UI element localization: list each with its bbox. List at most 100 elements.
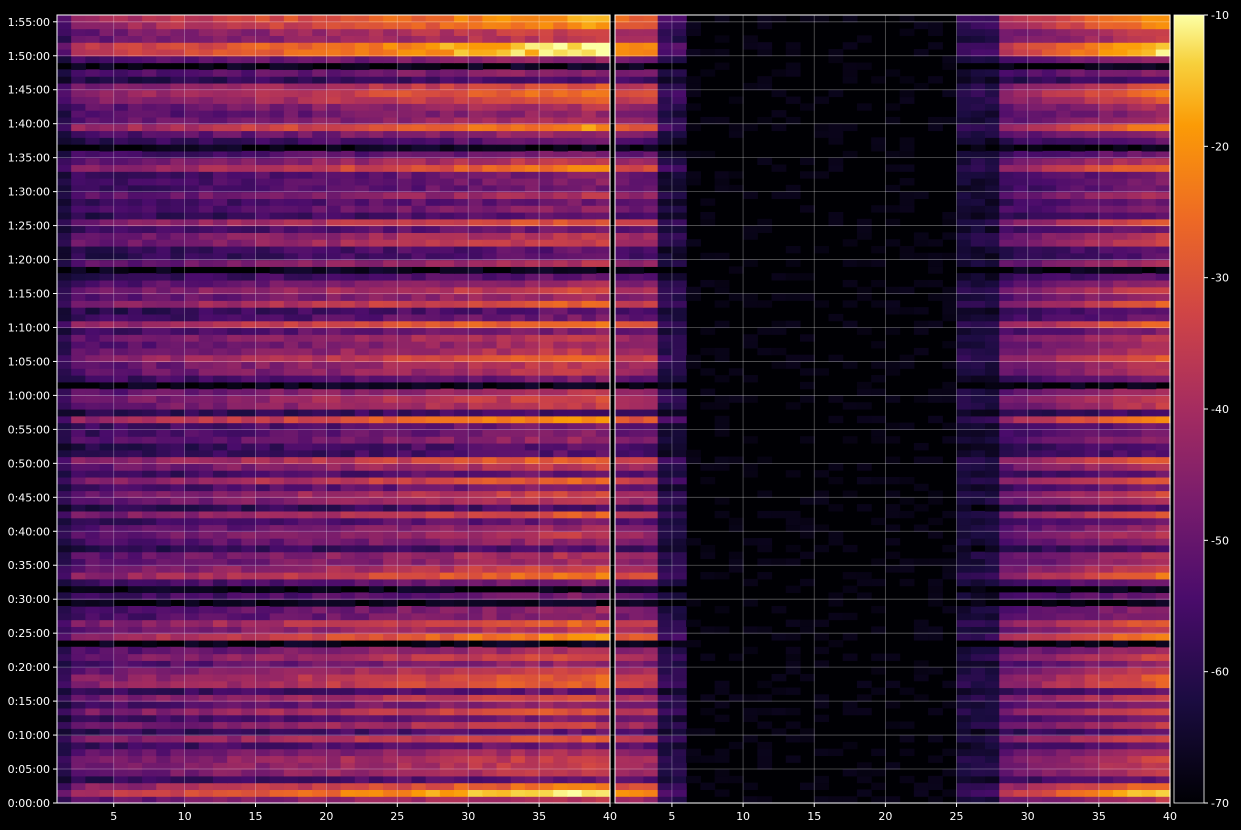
heat-cell xyxy=(671,673,687,682)
heat-cell xyxy=(942,769,958,777)
heat-cell xyxy=(170,354,186,363)
heat-cell xyxy=(71,599,86,607)
heat-cell xyxy=(283,15,299,23)
heat-cell xyxy=(510,42,526,50)
heat-cell xyxy=(127,476,143,485)
heat-cell xyxy=(686,728,701,736)
heat-cell xyxy=(170,504,186,512)
heat-cell xyxy=(298,565,313,573)
heat-cell xyxy=(439,388,455,397)
heat-cell xyxy=(595,517,611,526)
heat-cell xyxy=(567,456,583,464)
heat-cell xyxy=(142,775,157,784)
heat-cell xyxy=(595,714,611,723)
heat-cell xyxy=(184,232,200,240)
heat-cell xyxy=(411,375,427,383)
heat-cell xyxy=(970,714,986,723)
heat-cell xyxy=(496,395,512,403)
heat-cell xyxy=(985,687,1000,695)
heat-cell xyxy=(354,402,370,410)
heat-cell xyxy=(71,198,86,206)
heat-cell xyxy=(368,402,384,410)
panel-right-heatmap xyxy=(615,15,1171,804)
heat-cell xyxy=(156,144,172,152)
heat-cell xyxy=(468,62,483,70)
heat-cell xyxy=(85,694,101,702)
heat-cell xyxy=(468,524,483,532)
heat-cell xyxy=(354,225,370,233)
heat-cell xyxy=(1070,714,1086,723)
heat-cell xyxy=(326,286,342,295)
heat-cell xyxy=(411,286,427,295)
heat-cell xyxy=(411,341,427,349)
heat-cell xyxy=(553,388,569,397)
heat-cell xyxy=(113,707,129,716)
heat-cell xyxy=(184,245,200,254)
heat-cell xyxy=(269,599,285,607)
heat-cell xyxy=(198,538,214,546)
heat-cell xyxy=(57,735,72,743)
heat-cell xyxy=(312,762,328,770)
heat-cell xyxy=(595,293,611,301)
heat-cell xyxy=(510,558,526,566)
heat-cell xyxy=(212,558,228,566)
heat-cell xyxy=(212,409,228,417)
heat-cell xyxy=(312,96,328,104)
heat-cell xyxy=(127,157,143,166)
heat-cell xyxy=(298,225,313,233)
heat-cell xyxy=(482,76,498,84)
heat-cell xyxy=(156,89,172,98)
heat-cell xyxy=(326,361,342,369)
heat-cell xyxy=(212,612,228,621)
heat-cell xyxy=(595,252,611,261)
heat-cell xyxy=(170,524,186,532)
heat-cell xyxy=(595,442,611,451)
heat-cell xyxy=(113,402,129,410)
heat-cell xyxy=(156,286,172,295)
heat-cell xyxy=(99,544,115,553)
heat-cell xyxy=(71,388,86,397)
heat-cell xyxy=(439,646,455,655)
heat-cell xyxy=(496,762,512,770)
heat-cell xyxy=(99,470,115,478)
heat-cell xyxy=(71,259,86,267)
heat-cell xyxy=(142,762,157,770)
heat-cell xyxy=(298,470,313,478)
heat-cell xyxy=(99,266,115,274)
heat-cell xyxy=(454,728,469,736)
heat-cell xyxy=(326,538,342,546)
heat-cell xyxy=(312,218,328,227)
heat-cell xyxy=(283,639,299,648)
heat-cell xyxy=(326,741,342,750)
heat-cell xyxy=(425,205,441,213)
heat-cell xyxy=(468,198,483,206)
heat-cell xyxy=(383,55,398,64)
heat-cell xyxy=(184,144,200,152)
heat-cell xyxy=(57,497,72,505)
heat-cell xyxy=(283,82,299,91)
heat-cell xyxy=(439,103,455,111)
heat-cell xyxy=(127,592,143,600)
heat-cell xyxy=(312,354,328,363)
heat-cell xyxy=(411,470,427,478)
heat-cell xyxy=(142,544,157,553)
heat-cell xyxy=(326,300,342,308)
heat-cell xyxy=(198,775,214,784)
heat-cell xyxy=(326,225,342,233)
heat-cell xyxy=(496,42,512,50)
heat-cell xyxy=(241,62,257,70)
heat-cell xyxy=(340,96,356,104)
heat-cell xyxy=(595,673,611,682)
heat-cell xyxy=(567,48,583,57)
heat-cell xyxy=(454,606,469,614)
heat-cell xyxy=(71,35,86,43)
heat-cell xyxy=(156,735,172,743)
heat-cell xyxy=(99,130,115,138)
heat-cell xyxy=(326,232,342,240)
heat-cell xyxy=(539,334,554,342)
heat-cell xyxy=(269,307,285,315)
heat-cell xyxy=(127,755,143,763)
heat-cell xyxy=(524,436,540,444)
heat-cell xyxy=(496,524,512,532)
heat-cell xyxy=(283,762,299,770)
